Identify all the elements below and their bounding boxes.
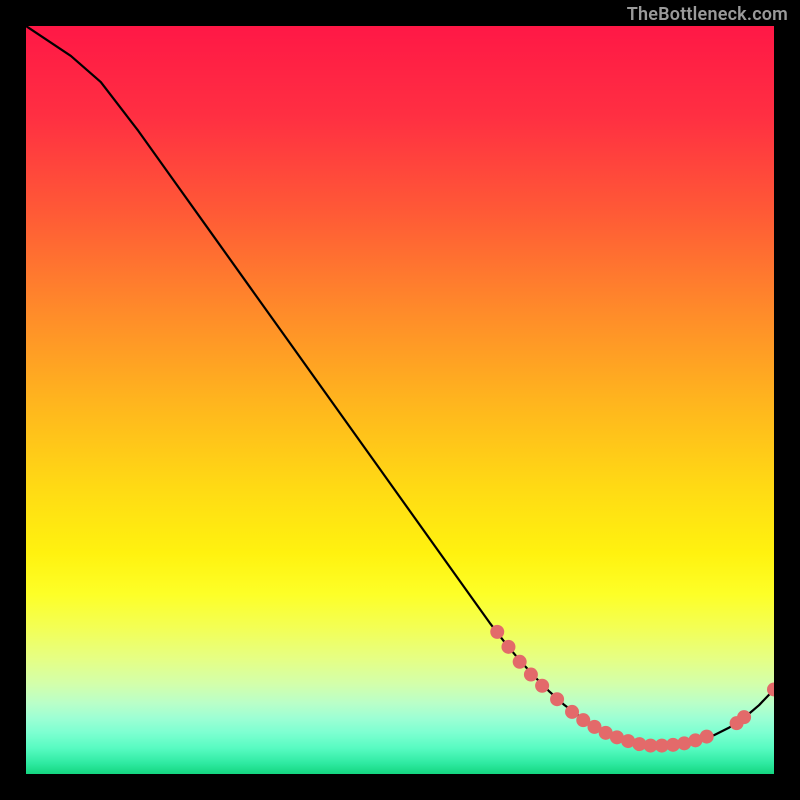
watermark-text: TheBottleneck.com: [627, 6, 788, 24]
data-dot: [490, 625, 504, 639]
data-dot: [524, 668, 538, 682]
data-dot: [700, 730, 714, 744]
data-dot: [550, 692, 564, 706]
data-dot: [737, 710, 751, 724]
data-dot: [565, 705, 579, 719]
chart-stage: TheBottleneck.com: [0, 0, 800, 800]
data-dots: [26, 26, 774, 774]
data-dot: [501, 640, 515, 654]
plot-area: [26, 26, 774, 774]
data-dot: [513, 655, 527, 669]
data-dot: [767, 682, 774, 696]
data-dot: [535, 679, 549, 693]
